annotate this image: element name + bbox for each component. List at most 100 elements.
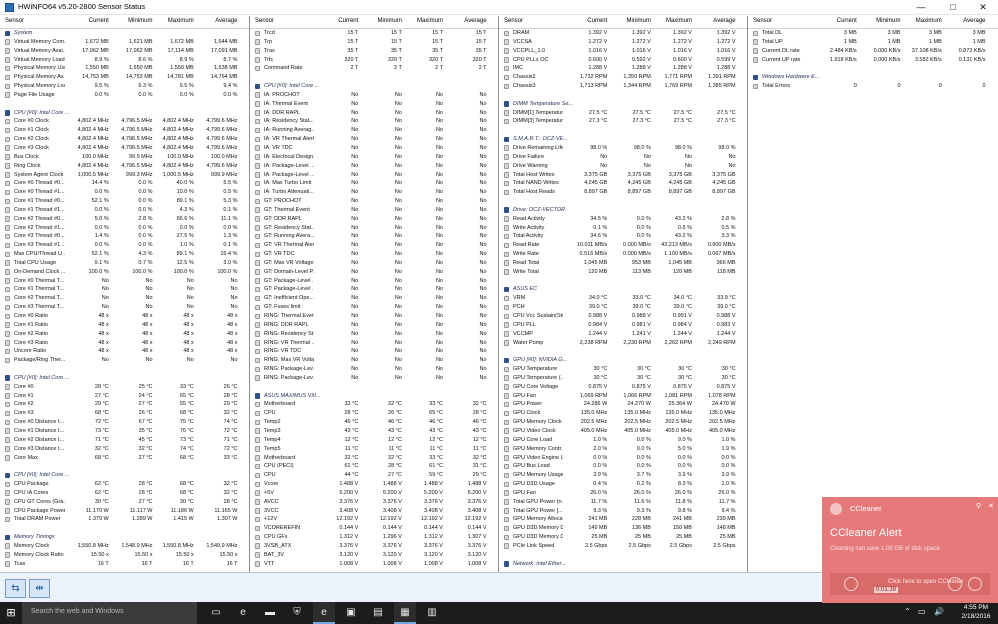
sensor-group-row[interactable]: CPU [#0]: Intel Core ... — [0, 109, 249, 118]
minimize-button[interactable]: — — [906, 0, 936, 15]
sensor-row[interactable]: GT: VR Thermal Alert No No No No — [250, 241, 498, 250]
sensor-row[interactable]: GPU Bus Load 0.0 % 0.0 % 0.0 % 0.0 % — [499, 462, 747, 471]
clock-time[interactable]: 4:55 PM — [961, 604, 991, 611]
sensor-group-row[interactable]: CPU [#0]: Intel Core ... — [0, 374, 249, 383]
sensor-row[interactable]: Physical Memory Load 9.5 % 9.3 % 9.5 % 9.4 % — [0, 82, 249, 91]
sensor-row[interactable]: Trcd 15 T 15 T 15 T 15 T — [250, 29, 498, 38]
sensor-row[interactable]: CPU PLL 0.984 V 0.981 V 0.984 V 0.983 V — [499, 321, 747, 330]
sensor-row[interactable]: GT: DDR RAPL No No No No — [250, 215, 498, 224]
sensor-row[interactable]: Drive Failure No No No No — [499, 153, 747, 162]
sensor-row[interactable]: Motherboard 32 °C 32 °C 33 °C 32 °C — [250, 454, 498, 463]
sensor-row[interactable]: Bus Clock 100.0 MHz 99.9 MHz 100.0 MHz 100.0… — [0, 153, 249, 162]
sensor-row[interactable]: GPU Power 24.286 W 24.270 W 25.364 W 24.470 … — [499, 400, 747, 409]
sensor-row[interactable]: IA: Max Turbo Limit No No No No — [250, 179, 498, 188]
sensor-row[interactable]: Trfc 320 T 320 T 320 T 320 T — [250, 56, 498, 65]
sensor-row[interactable]: Total NAND Writes 4,245 GB 4,245 GB 4,245 G… — [499, 179, 747, 188]
sensor-row[interactable]: Memory Clock 1,550.8 MHz 1,548.9 MHz 1,550.… — [0, 542, 249, 551]
clock-date[interactable]: 2/18/2016 — [957, 613, 995, 620]
sensor-row[interactable]: Virtual Memory Load 8.9 % 8.6 % 8.9 % 8.7 % — [0, 56, 249, 65]
column-header[interactable]: Sensor Current Minimum Maximum Average — [250, 16, 498, 29]
sensor-row[interactable]: VCCSA 1.272 V 1.272 V 1.272 V 1.272 V — [499, 38, 747, 47]
sensor-row[interactable]: Core #2 29 °C 27 °C 55 °C 29 °C — [0, 400, 249, 409]
sensor-row[interactable]: GPU Video Engine L... 0.0 % 0.0 % 0.0 % 0.0 … — [499, 454, 747, 463]
sensor-group-row[interactable]: Memory Timings — [0, 533, 249, 542]
sensor-row[interactable]: Trp 15 T 15 T 15 T 15 T — [250, 38, 498, 47]
expand-collapse-button[interactable]: ⇹ — [29, 579, 50, 598]
notification-action-bar[interactable]: Click here to open CCleaner 0:01:39 — [830, 573, 990, 595]
chevron-up-icon[interactable]: ⌃ — [904, 607, 911, 616]
header-current[interactable]: Current — [813, 18, 857, 24]
sensor-row[interactable]: GPU Clock 135.0 MHz 135.0 MHz 135.0 MHz 135.… — [499, 409, 747, 418]
sensor-row[interactable]: CPU GFx 1.312 V 1.296 V 1.312 V 1.307 V — [250, 533, 498, 542]
sensor-row[interactable]: Core Max 68 °C 27 °C 68 °C 33 °C — [0, 454, 249, 463]
sensor-row[interactable]: VRM 34.0 °C 33.0 °C 34.0 °C 33.9 °C — [499, 294, 747, 303]
sensor-row[interactable]: Core #3 Ratio 48 x 48 x 48 x 48 x — [0, 339, 249, 348]
sensor-row[interactable]: 3VSB_ATX 3.376 V 3.376 V 3.376 V 3.376 V — [250, 542, 498, 551]
sensor-row[interactable]: RING: Package-Lev... No No No No — [250, 374, 498, 383]
sensor-row[interactable]: GT: Fuses limit No No No No — [250, 303, 498, 312]
sensor-row[interactable]: Total Host Reads 8,897 GB 8,897 GB 8,897 GB… — [499, 188, 747, 197]
sensor-row[interactable]: Core #2 Clock 4,802.4 MHz 4,796.5 MHz 4,802… — [0, 135, 249, 144]
sensor-row[interactable]: Drive Remaining Life 98.0 % 98.0 % 98.0 % 98… — [499, 144, 747, 153]
header-average[interactable]: Average — [942, 18, 985, 24]
app-icon-8[interactable]: ▦ — [394, 602, 416, 624]
sensor-row[interactable]: VCCMP 1.244 V 1.241 V 1.244 V 1.244 V — [499, 330, 747, 339]
store-icon[interactable]: ⛨ — [286, 602, 308, 624]
sensor-row[interactable]: Max CPU/Thread U... 52.1 % 4.3 % 89.1 % 16.4… — [0, 250, 249, 259]
sensor-row[interactable]: Drive Warning No No No No — [499, 162, 747, 171]
sensor-row[interactable]: Temp5 11 °C 11 °C 11 °C 11 °C — [250, 445, 498, 454]
sensor-row[interactable]: Physical Memory Used 1,550 MB 1,550 MB 1,55… — [0, 64, 249, 73]
sensor-row[interactable]: GT: PROCHOT No No No No — [250, 197, 498, 206]
sensor-row[interactable]: GPU D3D Memory D... 25 MB 25 MB 25 MB 25 MB — [499, 533, 747, 542]
sensor-row[interactable]: Write Activity 0.1 % 0.0 % 0.6 % 0.5 % — [499, 224, 747, 233]
sensor-row[interactable]: RING: VR Thermal ... No No No No — [250, 339, 498, 348]
sensor-row[interactable]: IA: DDR RAPL No No No No — [250, 109, 498, 118]
sensor-row[interactable]: 3VCC 3.408 V 3.408 V 3.408 V 3.408 V — [250, 507, 498, 516]
header-current[interactable]: Current — [314, 18, 358, 24]
sensor-row[interactable]: IA: Turbo Attenuati... No No No No — [250, 188, 498, 197]
sensor-row[interactable]: Core #1 Thread #1... 0.0 % 0.0 % 4.3 % 0.1 % — [0, 206, 249, 215]
app-icon-7[interactable]: ▤ — [367, 602, 389, 624]
sensor-row[interactable]: Page File Usage 0.0 % 0.0 % 0.0 % 0.0 % — [0, 91, 249, 100]
sensor-group-row[interactable]: CPU [#0]: Intel Core ... — [250, 82, 498, 91]
hwinfo-taskbar-icon[interactable]: ▥ — [421, 602, 443, 624]
sensor-row[interactable]: System Agent Clock 1,000.5 MHz 999.3 MHz 1,… — [0, 171, 249, 180]
sensor-row[interactable]: Read Activity 34.5 % 0.0 % 43.2 % 2.8 % — [499, 215, 747, 224]
sensor-row[interactable]: Memory Clock Ratio 15.50 x 15.50 x 15.50 x 1… — [0, 551, 249, 560]
sensor-row[interactable]: Temp2 46 °C 46 °C 46 °C 46 °C — [250, 418, 498, 427]
header-maximum[interactable]: Maximum — [399, 18, 443, 24]
sensor-row[interactable]: On-Demand Clock ... 100.0 % 100.0 % 100.0 %… — [0, 268, 249, 277]
sensor-row[interactable]: Core #1 Ratio 48 x 48 x 48 x 48 x — [0, 321, 249, 330]
sensor-row[interactable]: RING: Residency St... No No No No — [250, 330, 498, 339]
sensor-row[interactable]: Core #0 Thermal T... No No No No — [0, 277, 249, 286]
search-box[interactable]: Search the web and Windows — [22, 602, 197, 624]
sensor-row[interactable]: IA: Package-Level ... No No No No — [250, 162, 498, 171]
sensor-row[interactable]: Current UP rate 1.918 KB/s 0.000 KB/s 3.582… — [748, 56, 998, 65]
sensor-row[interactable]: PCIe Link Speed 2.5 Gbps 2.5 Gbps 2.5 Gbps 2… — [499, 542, 747, 551]
sensor-row[interactable]: GPU D3D Usage 0.4 % 0.2 % 8.3 % 1.0 % — [499, 480, 747, 489]
sensor-row[interactable]: DRAM 1.392 V 1.392 V 1.392 V 1.392 V — [499, 29, 747, 38]
sensor-row[interactable]: IMC 1.288 V 1.288 V 1.288 V 1.288 V — [499, 64, 747, 73]
sensor-row[interactable]: GPU Fan 1,069 RPM 1,066 RPM 1,081 RPM 1,078 … — [499, 392, 747, 401]
header-current[interactable]: Current — [65, 18, 109, 24]
sensor-row[interactable]: Total DRAM Power 1.379 W 1.289 W 1.415 W 1.3… — [0, 515, 249, 524]
sensor-row[interactable]: Chassis3 1,713 RPM 1,344 RPM 1,769 RPM 1,385… — [499, 82, 747, 91]
sensor-row[interactable]: CPU 44 °C 27 °C 59 °C 29 °C — [250, 471, 498, 480]
sensor-row[interactable]: Core #2 Thread #1... 0.0 % 0.0 % 0.0 % 0.0 % — [0, 224, 249, 233]
sensor-row[interactable]: Core #0 Thread #1... 0.0 % 0.0 % 10.0 % 0.5 … — [0, 188, 249, 197]
volume-icon[interactable]: 🔊 — [934, 607, 944, 616]
sensor-row[interactable]: Core #1 27 °C 24 °C 65 °C 28 °C — [0, 392, 249, 401]
sensor-row[interactable]: Write Rate 0.516 MB/s 0.000 MB/s 1.100 MB/s… — [499, 250, 747, 259]
sensor-row[interactable]: DIMM[1] Temperature 27.5 °C 27.5 °C 27.5 °C… — [499, 109, 747, 118]
sensor-row[interactable]: RING: Max VR Volta... No No No No — [250, 356, 498, 365]
sensor-row[interactable]: Vcore 1.488 V 1.488 V 1.488 V 1.488 V — [250, 480, 498, 489]
sensor-row[interactable]: Core #3 Thread #0... 1.4 % 0.0 % 27.5 % 1.3 … — [0, 232, 249, 241]
sensor-group-row[interactable]: S.M.A.R.T.: OCZ-VE... — [499, 135, 747, 144]
close-button[interactable]: ✕ — [968, 0, 998, 15]
sensor-pane-3[interactable]: Sensor Current Minimum Maximum Average DRAM 1.… — [499, 16, 748, 572]
header-maximum[interactable]: Maximum — [898, 18, 942, 24]
sensor-row[interactable]: GPU Core Load 1.0 % 0.0 % 9.0 % 1.0 % — [499, 436, 747, 445]
sensor-row[interactable]: RING: VR TDC No No No No — [250, 347, 498, 356]
column-header[interactable]: Sensor Current Minimum Maximum Average — [499, 16, 747, 29]
sensor-row[interactable]: IA: PROCHOT No No No No — [250, 91, 498, 100]
